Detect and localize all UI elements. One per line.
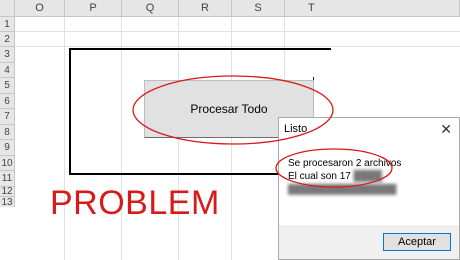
- dialog-message-line-2: El cual son 17 ████: [288, 171, 382, 182]
- row-header-3[interactable]: 3: [0, 47, 15, 63]
- column-header-p[interactable]: P: [65, 0, 122, 17]
- column-header-q[interactable]: Q: [122, 0, 179, 17]
- redacted-text: ████: [353, 171, 382, 182]
- row-header-7[interactable]: 7: [0, 109, 15, 125]
- row-header-9[interactable]: 9: [0, 140, 15, 156]
- dialog-message-line-2-text: El cual son 17: [288, 171, 351, 182]
- close-icon[interactable]: ✕: [440, 121, 452, 137]
- row-header-8[interactable]: 8: [0, 125, 15, 140]
- row-header-10[interactable]: 10: [0, 156, 15, 171]
- row-header-6[interactable]: 6: [0, 94, 15, 109]
- column-header-s[interactable]: S: [232, 0, 285, 17]
- gridline: [15, 46, 460, 47]
- select-all-corner[interactable]: [0, 0, 15, 17]
- row-header-5[interactable]: 5: [0, 78, 15, 94]
- gridline: [15, 31, 460, 32]
- column-header-o[interactable]: O: [15, 0, 65, 17]
- row-header-1[interactable]: 1: [0, 17, 15, 32]
- column-header-r[interactable]: R: [179, 0, 232, 17]
- column-header-t[interactable]: T: [285, 0, 460, 17]
- dialog-message-line-1: Se procesaron 2 archivos: [288, 158, 402, 169]
- row-header-2[interactable]: 2: [0, 32, 15, 47]
- problem-annotation-text: PROBLEM: [50, 184, 220, 222]
- gridline: [64, 17, 65, 260]
- dialog-footer: Aceptar: [279, 225, 459, 259]
- message-dialog: Listo ✕ Se procesaron 2 archivos El cual…: [278, 117, 460, 260]
- row-header-4[interactable]: 4: [0, 63, 15, 78]
- row-header-12[interactable]: 12: [0, 186, 15, 197]
- dialog-title: Listo: [284, 123, 308, 135]
- row-header-11[interactable]: 11: [0, 171, 15, 187]
- redacted-text: █████████████████: [288, 184, 397, 194]
- accept-button[interactable]: Aceptar: [383, 233, 451, 251]
- row-header-13[interactable]: 13: [0, 197, 15, 207]
